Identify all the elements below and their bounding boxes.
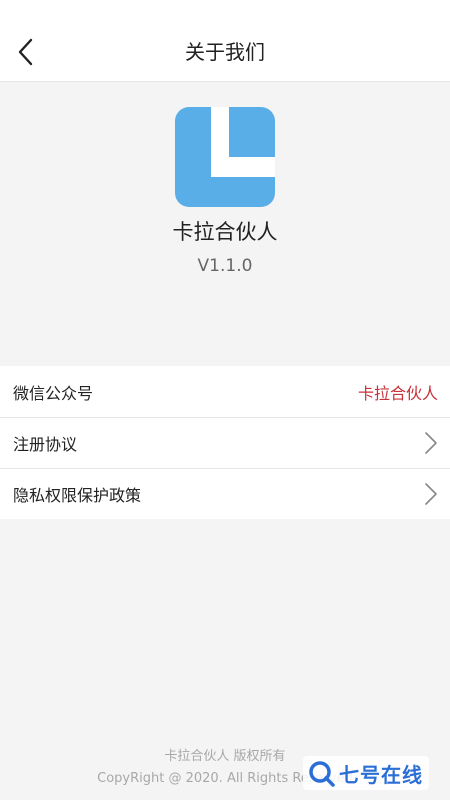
app-version: V1.1.0 [197,256,253,276]
wechat-account-value: 卡拉合伙人 [357,383,438,403]
app-logo-icon [175,107,275,207]
chevron-right-icon [425,483,437,505]
menu-item-wechat-account[interactable]: 微信公众号 卡拉合伙人 [0,366,450,417]
menu-item-label: 隐私权限保护政策 [13,486,142,505]
app-name: 卡拉合伙人 [172,220,278,244]
menu-item-privacy-policy[interactable]: 隐私权限保护政策 [0,468,450,519]
watermark-logo-icon [309,761,335,787]
settings-list: 微信公众号 卡拉合伙人 注册协议 隐私权限保护政策 [0,366,450,519]
watermark: 七号在线 [303,756,429,790]
chevron-right-icon [425,432,437,454]
menu-item-label: 注册协议 [13,435,78,454]
watermark-text: 七号在线 [339,762,423,787]
menu-item-registration-agreement[interactable]: 注册协议 [0,417,450,468]
page-title: 关于我们 [185,40,265,64]
nav-bar: 关于我们 [0,0,450,82]
menu-item-label: 微信公众号 [13,383,94,403]
